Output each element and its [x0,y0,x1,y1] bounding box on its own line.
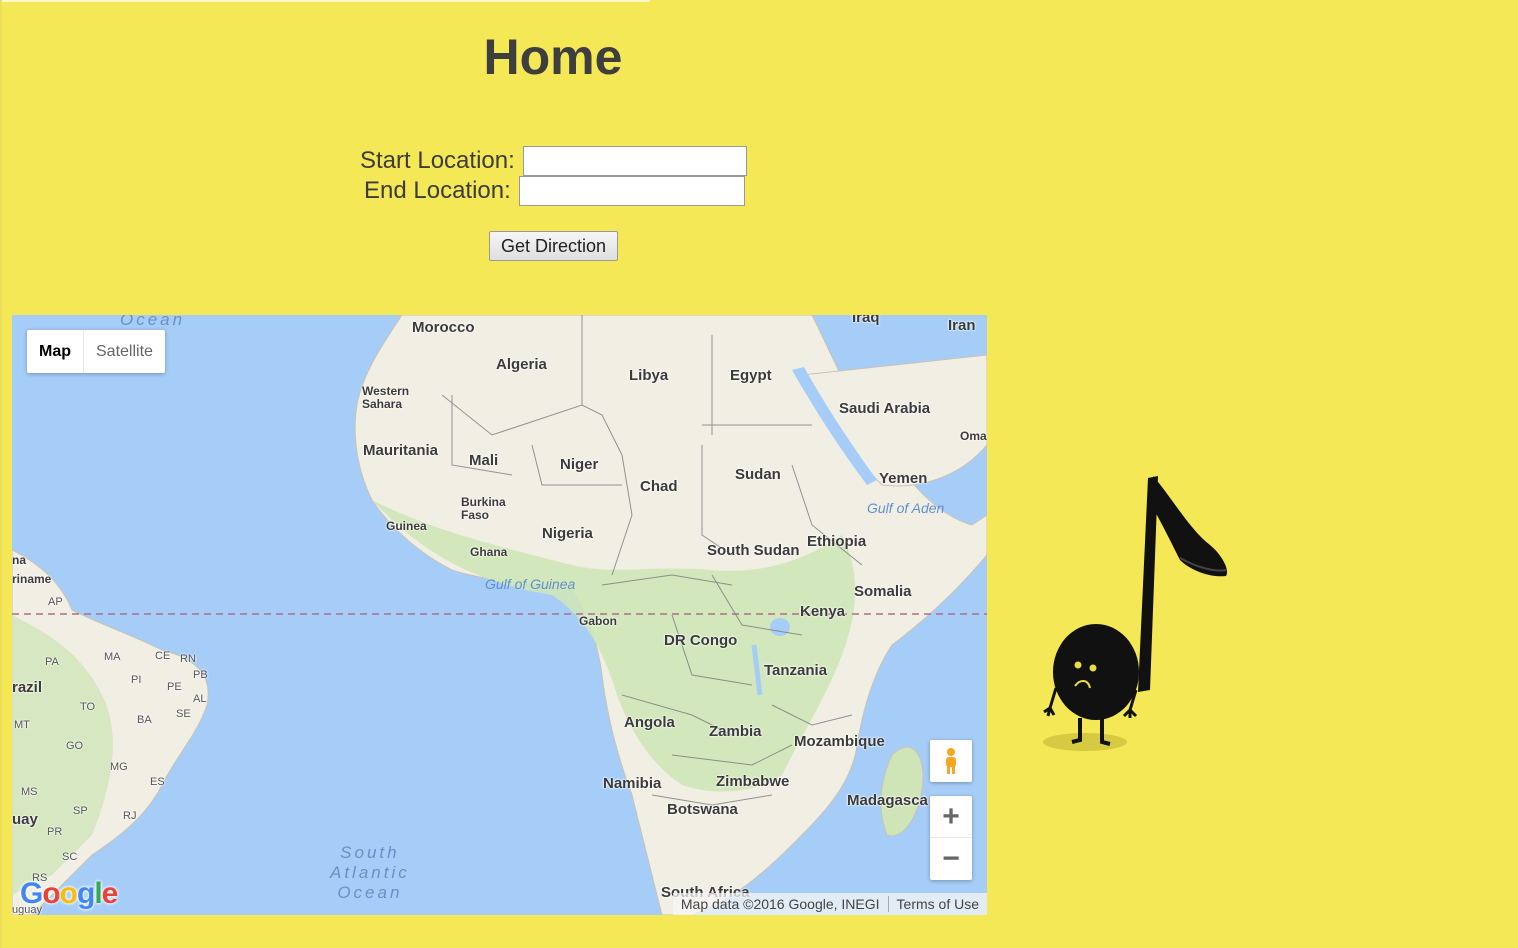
map-label-yemen: Yemen [879,470,928,487]
map-label-niger: Niger [560,456,599,473]
map-label-zambia: Zambia [709,723,762,740]
map-label-egypt: Egypt [730,367,772,384]
map-label-rj: RJ [123,810,137,822]
map-label-kenya: Kenya [800,603,846,620]
map-label-oman: Oma [960,429,987,443]
terms-of-use-link[interactable]: Terms of Use [887,896,987,912]
map-label-mali: Mali [469,452,499,469]
google-logo: Google [20,877,118,910]
map-label-sc: SC [62,851,78,863]
map-label-nigeria: Nigeria [542,525,593,542]
map-label-ce: CE [155,650,171,662]
map-label-saudi-arabia: Saudi Arabia [839,400,931,417]
map-label-ap: AP [48,596,63,608]
map-label-pr: PR [47,826,63,838]
map-label-mozambique: Mozambique [794,733,885,750]
map-label-tanzania: Tanzania [764,662,828,679]
map-label-iran: Iran [948,317,976,334]
map-label-brazil: razil [12,679,43,696]
map-label-ms: MS [21,786,38,798]
map-label-ethiopia: Ethiopia [807,533,867,550]
map-label-al: AL [193,693,207,705]
start-location-input[interactable] [522,146,747,176]
music-note-mascot [1030,420,1250,775]
map-label-pi: PI [131,674,142,686]
map-label-botswana: Botswana [667,801,738,818]
map-label-somalia: Somalia [854,583,912,600]
map-label-ba: BA [137,714,152,726]
map-label-pa: PA [45,656,59,668]
map-label-es: ES [150,776,165,788]
map-label-western-sahara: Western Sahara [362,384,410,411]
map-label-mauritania: Mauritania [363,442,439,459]
map-label-namibia: Namibia [603,775,662,792]
map-label-ghana: Ghana [470,545,508,559]
map-label-sp: SP [73,805,88,817]
map-label-morocco: Morocco [412,319,475,336]
map-label-rn: RN [180,653,196,665]
map-type-control: Map Satellite [27,330,165,373]
street-view-pegman-icon[interactable] [930,740,972,782]
map-label-libya: Libya [629,367,669,384]
map-label-angola: Angola [624,714,675,731]
top-strip [0,0,650,2]
map-label-se: SE [176,708,191,720]
map-data-credit: Map data ©2016 Google, INEGI [680,896,880,912]
map-attribution: Map data ©2016 Google, INEGI Terms of Us… [672,893,987,915]
map-type-map-button[interactable]: Map [27,330,84,373]
map-label-uay: uay [12,811,38,828]
page-title: Home [483,29,623,85]
map-label-sudan: Sudan [735,466,781,483]
map-label-mt: MT [14,719,30,731]
map-label-ocean: Ocean [120,315,186,329]
map-label-burkina-faso: Burkina Faso [461,495,506,522]
map-label-madagascar: Madagasca [847,792,928,809]
zoom-control: + − [930,796,972,880]
map-label-guinea: Guinea [386,519,427,533]
map-label-na: na [12,553,27,567]
map-label-south-sudan: South Sudan [707,542,800,559]
map-label-dr-congo: DR Congo [664,632,738,649]
map-label-ma: MA [104,651,121,663]
start-location-row: Start Location: [360,146,747,176]
start-location-label: Start Location: [360,147,515,174]
map-type-satellite-button[interactable]: Satellite [84,330,165,373]
map-widget[interactable]: Morocco Algeria Libya Egypt Iraq Iran Sa… [12,315,987,915]
left-edge [0,0,2,948]
map-label-gulf-of-guinea: Gulf of Guinea [485,576,576,592]
map-label-algeria: Algeria [496,356,547,373]
map-label-iraq: Iraq [852,315,880,326]
map-label-gabon: Gabon [579,614,617,628]
map-label-pe: PE [167,681,182,693]
map-label-zimbabwe: Zimbabwe [716,773,790,790]
end-location-row: End Location: [364,176,745,206]
map-label-pb: PB [193,669,208,681]
map-label-mg: MG [110,761,128,773]
map-label-gulf-of-aden: Gulf of Aden [867,500,945,516]
map-label-suriname: riname [12,572,52,586]
zoom-in-button[interactable]: + [930,796,972,838]
map-label-chad: Chad [640,478,678,495]
map-label-to: TO [80,701,96,713]
end-location-label: End Location: [364,177,511,204]
get-direction-button[interactable]: Get Direction [489,231,618,261]
map-label-go: GO [66,740,84,752]
end-location-input[interactable] [518,176,745,206]
map-label-south-atlantic-ocean: South Atlantic Ocean [330,843,410,902]
zoom-out-button[interactable]: − [930,838,972,879]
